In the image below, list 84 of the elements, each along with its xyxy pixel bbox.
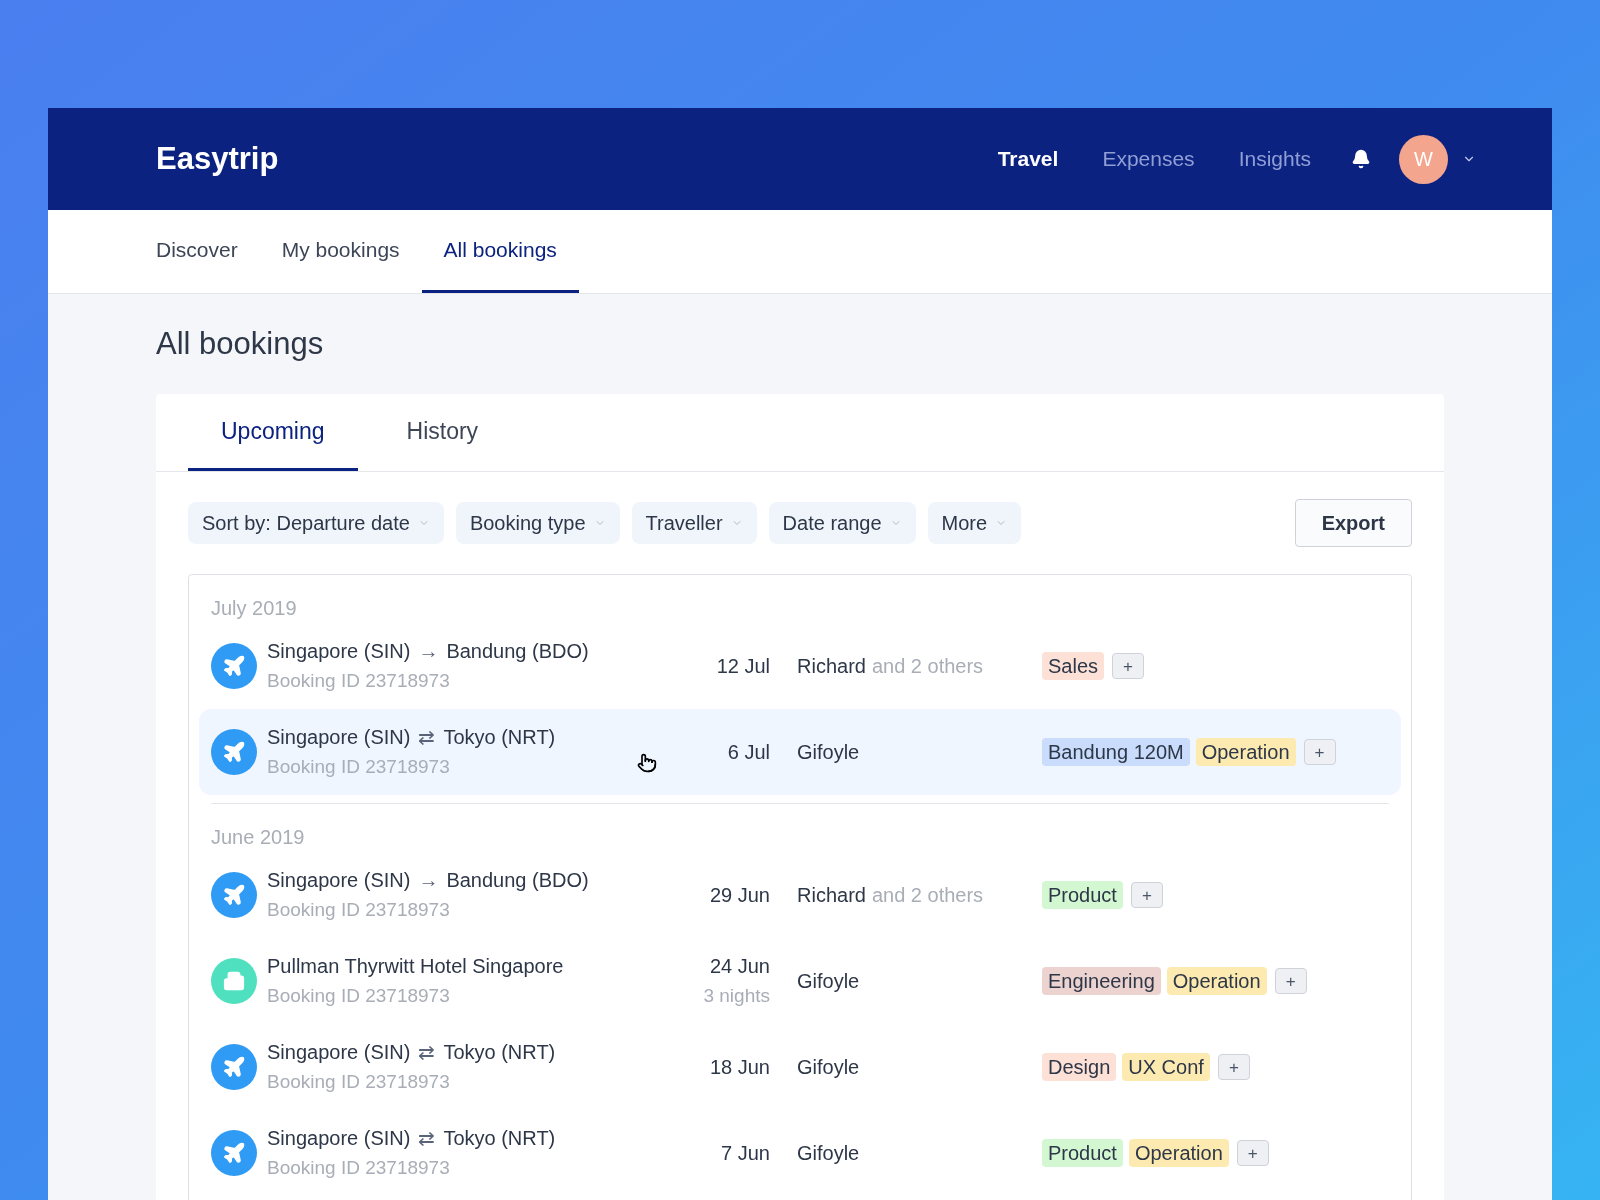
plane-icon [211,1044,257,1090]
page-title: All bookings [156,324,325,363]
traveller-name: Richard [797,883,866,908]
booking-row[interactable]: Singapore (SIN) ⇄ Tokyo (NRT) Booking ID 23718973 18 Jun Gifoyle Design UX Conf + [199,1024,1401,1110]
tag: Operation [1195,738,1296,766]
booking-row[interactable]: Singapore (SIN) ⇄ Tokyo (NRT) Booking ID 23718973 7 Jun Gifoyle Product Operation + [199,1110,1401,1196]
origin-text: Singapore (SIN) [267,1040,411,1065]
destination-text: Bandung (BDO) [446,868,589,893]
tab[interactable]: History [373,394,512,471]
booking-row[interactable]: Singapore (SIN) ⇄ Tokyo (NRT) Booking ID 23718973 6 Jul Gifoyle Bandung 120M Operation + [199,709,1401,795]
logo[interactable]: Easytrip [156,135,279,183]
origin-text: Singapore (SIN) [267,868,411,893]
traveller-name: Gifoyle [797,740,860,765]
add-tag-button[interactable]: + [1112,653,1145,679]
origin-text: Singapore (SIN) [267,639,411,664]
nav-link[interactable]: Expenses [1102,143,1195,175]
tag: Sales [1042,652,1105,680]
hotel-name: Pullman Thyrwitt Hotel Singapore [267,954,564,979]
booking-id: Booking ID 23718973 [267,984,450,1008]
plane-icon [211,729,257,775]
arrow-icon: ⇄ [418,1037,436,1067]
date-text: 7 Jun [721,1141,770,1166]
filter-dropdown[interactable]: Traveller [631,502,757,544]
filter-dropdown[interactable]: Booking type [455,502,620,544]
booking-id: Booking ID 23718973 [267,669,450,693]
date-text: 12 Jul [716,654,770,679]
origin-text: Singapore (SIN) [267,725,411,750]
plane-icon [211,643,257,689]
filter-dropdown[interactable]: More [927,502,1022,544]
month-heading: June 2019 [211,826,305,848]
destination-text: Tokyo (NRT) [443,725,556,750]
booking-id: Booking ID 23718973 [267,755,450,779]
destination-text: Bandung (BDO) [446,639,589,664]
arrow-icon: → [418,636,439,666]
filter-dropdown[interactable]: Sort by: Departure date [188,502,444,544]
tag: Engineering [1042,967,1161,995]
tag: Design [1042,1053,1117,1081]
traveller-name: Richard [797,654,866,679]
add-tag-button[interactable]: + [1236,1140,1269,1166]
others-text: and 2 others [871,883,984,908]
tag: Bandung 120M [1042,738,1190,766]
booking-row[interactable]: Pullman Thyrwitt Hotel Singapore Booking ID 23718973 24 Jun 3 nights Gifoyle Engineering Operation + [199,938,1401,1024]
tag: UX Conf [1122,1053,1210,1081]
nights-text: 3 nights [703,984,770,1008]
add-tag-button[interactable]: + [1274,968,1307,994]
hand-cursor-icon [637,753,657,773]
nav-link[interactable]: Insights [1238,143,1311,175]
traveller-name: Gifoyle [797,1055,860,1080]
booking-row[interactable]: Singapore (SIN) → Bandung (BDO) Booking ID 23718973 29 Jun Richard and 2 others Product + [199,852,1401,938]
booking-id: Booking ID 23718973 [267,1156,450,1180]
date-text: 24 Jun [709,954,770,979]
plane-icon [211,872,257,918]
add-tag-button[interactable]: + [1303,739,1336,765]
tag: Product [1042,881,1123,909]
arrow-icon: ⇄ [418,722,436,752]
tag: Operation [1128,1139,1229,1167]
add-tag-button[interactable]: + [1217,1054,1250,1080]
sub-nav-tab[interactable]: My bookings [259,210,422,293]
month-heading: July 2019 [211,597,297,619]
plane-icon [211,1130,257,1176]
sub-nav-tab[interactable]: All bookings [421,210,579,293]
sub-nav-tab[interactable]: Discover [134,210,260,293]
nav-link[interactable]: Travel [997,143,1059,175]
booking-row[interactable]: Singapore (SIN) → Bandung (BDO) Booking ID 23718973 12 Jul Richard and 2 others Sales + [199,623,1401,709]
tab[interactable]: Upcoming [188,394,358,471]
booking-id: Booking ID 23718973 [267,1070,450,1094]
others-text: and 2 others [871,654,984,679]
date-text: 18 Jun [709,1055,770,1080]
traveller-name: Gifoyle [797,1141,860,1166]
tag: Product [1042,1139,1123,1167]
filter-dropdown[interactable]: Date range [768,502,916,544]
arrow-icon: → [418,865,439,895]
traveller-name: Gifoyle [797,969,860,994]
add-tag-button[interactable]: + [1130,882,1163,908]
booking-id: Booking ID 23718973 [267,898,450,922]
tag: Operation [1166,967,1267,995]
export-button[interactable]: Export [1294,499,1412,547]
date-text: 29 Jun [709,883,770,908]
origin-text: Singapore (SIN) [267,1126,411,1151]
destination-text: Tokyo (NRT) [443,1126,556,1151]
arrow-icon: ⇄ [418,1123,436,1153]
bell-icon[interactable] [1351,149,1371,169]
destination-text: Tokyo (NRT) [443,1040,556,1065]
date-text: 6 Jul [727,740,770,765]
